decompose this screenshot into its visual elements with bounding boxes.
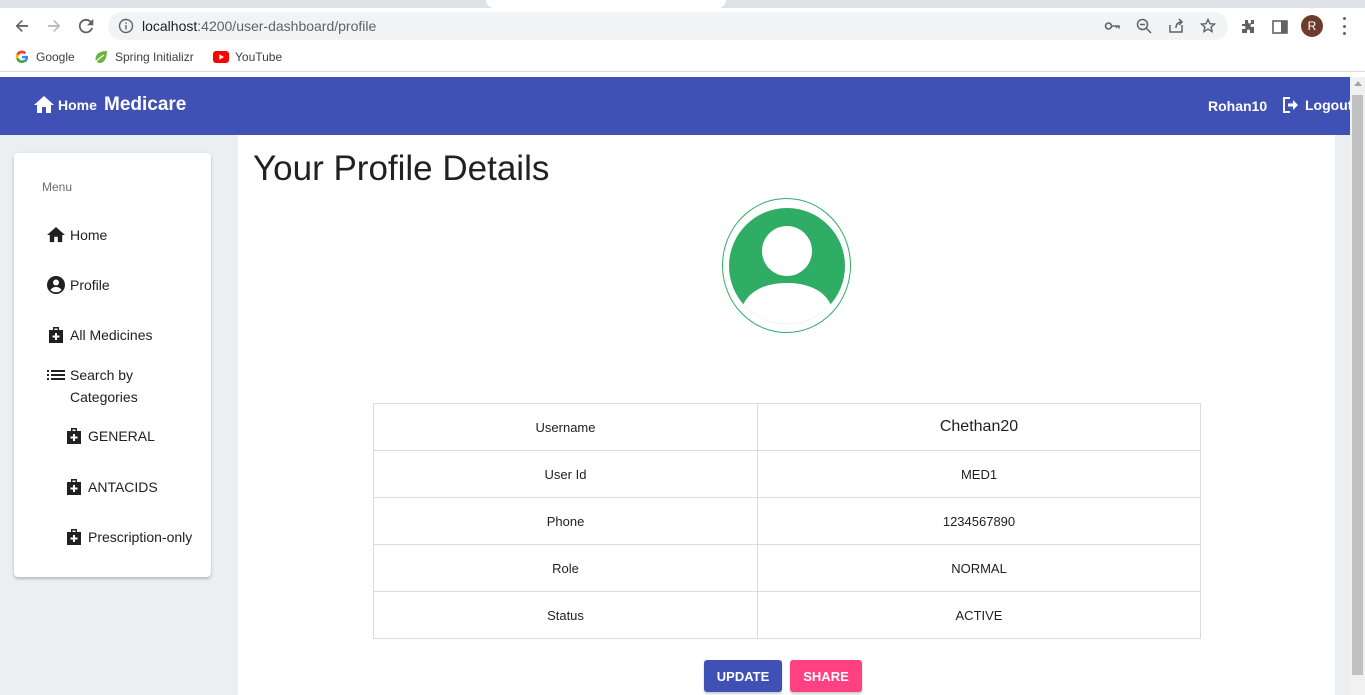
url-text: localhost:4200/user-dashboard/profile xyxy=(142,18,376,34)
spring-icon xyxy=(93,49,109,65)
table-row: Phone 1234567890 xyxy=(373,497,1201,545)
zoom-out-icon[interactable] xyxy=(1136,18,1152,34)
page-title: Your Profile Details xyxy=(253,149,550,188)
detail-value: 1234567890 xyxy=(757,497,1201,545)
detail-key: Status xyxy=(373,591,758,639)
youtube-icon xyxy=(213,49,229,65)
medical-bag-icon xyxy=(46,324,66,346)
main-content: Your Profile Details Username Chethan20 xyxy=(238,135,1335,695)
bookmark-label: Google xyxy=(36,50,75,64)
logout-button[interactable]: Logout xyxy=(1281,96,1352,114)
bookmarks-bar: Google Spring Initializr YouTube xyxy=(0,44,1365,72)
logout-label: Logout xyxy=(1305,97,1353,113)
detail-key: User Id xyxy=(373,450,758,498)
app-navbar: Home Medicare Rohan10 Logout xyxy=(0,77,1352,135)
key-icon[interactable] xyxy=(1104,18,1120,34)
category-label: Prescription-only xyxy=(88,529,193,545)
share-button[interactable]: SHARE xyxy=(790,660,862,692)
sidebar-menu-title: Menu xyxy=(42,180,73,194)
sidebar-item-home[interactable]: Home xyxy=(46,224,107,246)
bookmark-label: YouTube xyxy=(235,50,283,64)
reload-icon[interactable] xyxy=(76,16,96,36)
logout-icon xyxy=(1283,97,1298,113)
table-row: Role NORMAL xyxy=(373,544,1201,592)
medical-bag-icon xyxy=(64,476,84,498)
share-icon[interactable] xyxy=(1168,18,1184,34)
sidebar-item-all-medicines[interactable]: All Medicines xyxy=(46,324,152,346)
medical-bag-icon xyxy=(64,425,84,447)
detail-value: NORMAL xyxy=(757,544,1201,592)
table-row: Status ACTIVE xyxy=(373,591,1201,639)
url-path: :4200/user-dashboard/profile xyxy=(197,18,377,34)
user-avatar-icon xyxy=(722,198,851,333)
browser-tabstrip xyxy=(0,0,1365,8)
url-host: localhost xyxy=(142,18,198,34)
category-label: GENERAL xyxy=(88,428,155,444)
address-bar[interactable]: localhost:4200/user-dashboard/profile xyxy=(108,12,1228,40)
detail-value: MED1 xyxy=(757,450,1201,498)
list-icon xyxy=(46,364,66,386)
page-body: Menu Home Profile All Medicines Search b… xyxy=(0,135,1350,695)
sidebar-category-antacids[interactable]: ANTACIDS xyxy=(64,476,158,498)
profile-details-table: Username Chethan20 User Id MED1 Phone 12… xyxy=(373,403,1201,639)
sidebar-item-search-categories[interactable]: Search by Categories xyxy=(46,364,156,408)
navbar-username[interactable]: Rohan10 xyxy=(1208,98,1267,114)
google-icon xyxy=(14,49,30,65)
sidebar-item-label: Search by Categories xyxy=(70,367,138,405)
sidebar-item-label: Home xyxy=(70,227,108,243)
sidebar-item-label: Profile xyxy=(70,277,110,293)
sidebar-category-prescription-only[interactable]: Prescription-only xyxy=(64,526,192,548)
sidebar-menu: Menu Home Profile All Medicines Search b… xyxy=(14,153,211,577)
brand-title[interactable]: Medicare xyxy=(104,94,186,116)
category-label: ANTACIDS xyxy=(88,479,158,495)
profile-avatar[interactable]: R xyxy=(1301,15,1323,37)
sidebar-item-profile[interactable]: Profile xyxy=(46,274,110,296)
scrollbar-thumb[interactable] xyxy=(1352,95,1363,675)
home-icon xyxy=(46,224,66,246)
detail-key: Phone xyxy=(373,497,758,545)
site-info-icon[interactable] xyxy=(118,18,134,34)
page-scrollbar[interactable] xyxy=(1350,77,1365,695)
detail-value: ACTIVE xyxy=(757,591,1201,639)
bookmark-label: Spring Initializr xyxy=(115,50,194,64)
browser-menu-icon[interactable] xyxy=(1341,17,1347,35)
sidebar-item-label: All Medicines xyxy=(70,327,153,343)
extensions-icon[interactable] xyxy=(1239,18,1257,36)
sidebar-category-general[interactable]: GENERAL xyxy=(64,425,155,447)
bookmark-star-icon[interactable] xyxy=(1199,17,1217,34)
back-icon[interactable] xyxy=(12,16,32,36)
account-circle-icon xyxy=(46,274,66,296)
navbar-home-label: Home xyxy=(58,97,97,113)
bookmark-youtube[interactable]: YouTube xyxy=(213,49,282,65)
detail-value: Chethan20 xyxy=(757,403,1201,451)
scroll-up-arrow[interactable] xyxy=(1354,81,1362,86)
bookmark-google[interactable]: Google xyxy=(14,49,75,65)
forward-icon[interactable] xyxy=(44,16,64,36)
table-row: Username Chethan20 xyxy=(373,403,1201,451)
bookmark-spring[interactable]: Spring Initializr xyxy=(93,49,194,65)
update-button[interactable]: UPDATE xyxy=(704,660,782,692)
detail-key: Username xyxy=(373,403,758,451)
table-row: User Id MED1 xyxy=(373,450,1201,498)
medical-bag-icon xyxy=(64,526,84,548)
detail-key: Role xyxy=(373,544,758,592)
side-panel-icon[interactable] xyxy=(1271,18,1289,36)
home-icon xyxy=(34,96,54,113)
browser-active-tab[interactable] xyxy=(486,0,726,8)
browser-toolbar: localhost:4200/user-dashboard/profile R xyxy=(0,8,1365,44)
navbar-home-link[interactable]: Home xyxy=(34,96,97,114)
